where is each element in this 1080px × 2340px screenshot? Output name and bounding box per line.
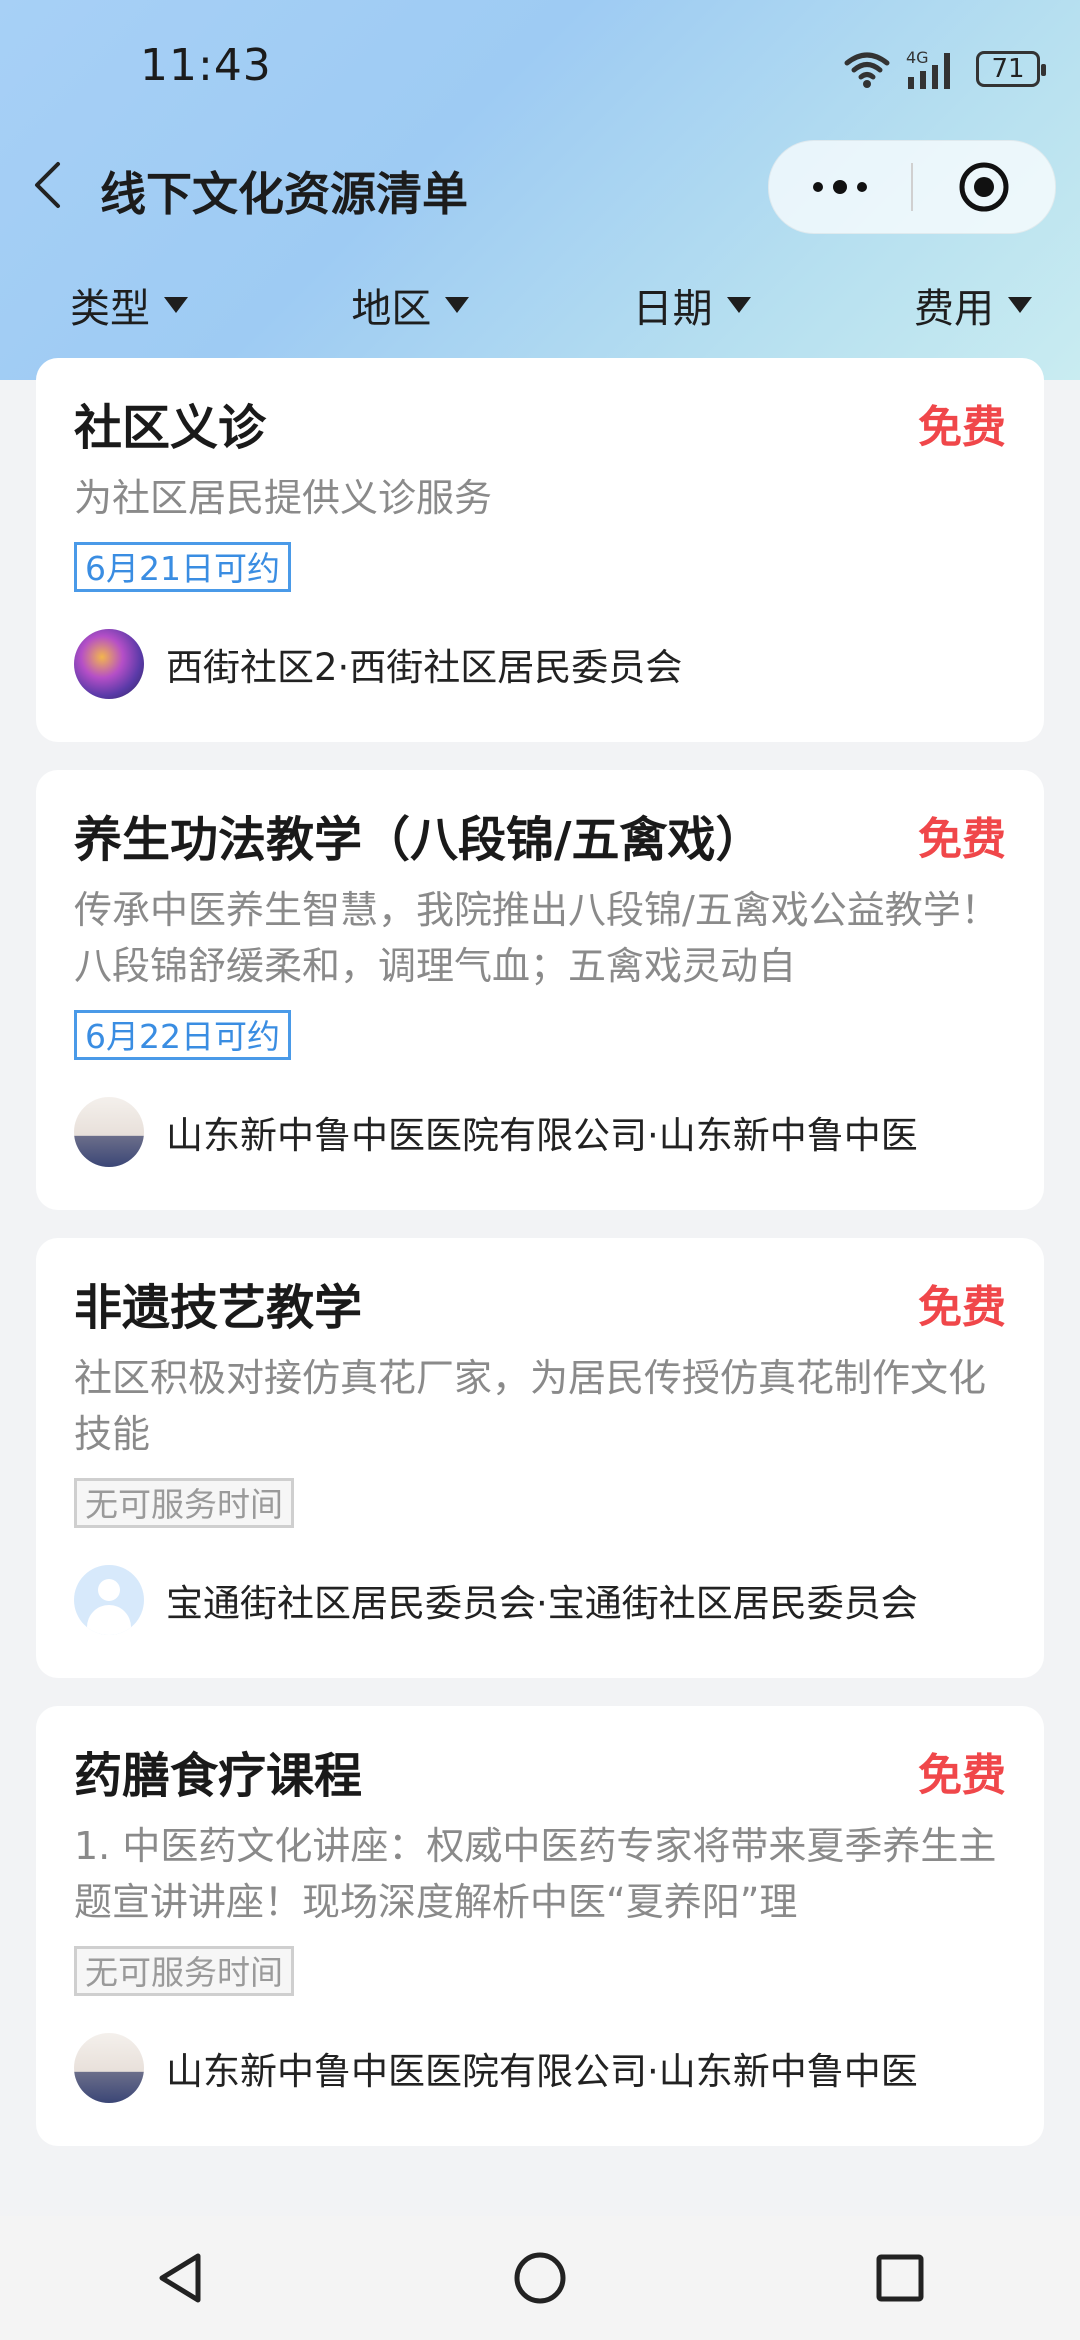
- card-description: 传承中医养生智慧，我院推出八段锦/五禽戏公益教学！八段锦舒缓柔和，调理气血；五禽…: [74, 888, 999, 988]
- caret-down-icon: [164, 297, 188, 313]
- card-title: 药膳食疗课程: [74, 1748, 363, 1804]
- signal-icon: 4G: [906, 48, 950, 89]
- app-page: 11:43 4G 71 线下文化资源清单 类型 地区 日期 费用 社区义诊 免费…: [0, 0, 1080, 2340]
- system-back-button[interactable]: [135, 2233, 225, 2323]
- organizer-name: 山东新中鲁中医医院有限公司·山东新中鲁中医: [166, 2050, 918, 2093]
- organizer-name: 山东新中鲁中医医院有限公司·山东新中鲁中医: [166, 1114, 918, 1157]
- status-icons: 4G 71: [844, 46, 1046, 92]
- filter-region[interactable]: 地区: [351, 270, 470, 340]
- circle-home-icon: [514, 2252, 566, 2304]
- filter-label: 类型: [70, 286, 150, 332]
- card-description: 社区积极对接仿真花厂家，为居民传授仿真花制作文化技能: [74, 1356, 987, 1456]
- system-recent-button[interactable]: [855, 2233, 945, 2323]
- resource-card[interactable]: 养生功法教学（八段锦/五禽戏） 免费 传承中医养生智慧，我院推出八段锦/五禽戏公…: [36, 770, 1044, 1210]
- caret-down-icon: [726, 297, 751, 313]
- avatar: [74, 629, 144, 699]
- mini-program-capsule: [768, 140, 1056, 234]
- status-bar: 11:43 4G 71: [0, 0, 1080, 120]
- battery-level: 71: [991, 54, 1025, 84]
- filter-fee[interactable]: 费用: [914, 270, 1032, 340]
- resource-list: 社区义诊 免费 为社区居民提供义诊服务 6月21日可约 西街社区2·西街社区居民…: [36, 358, 1044, 2174]
- system-nav-bar: [0, 2216, 1080, 2340]
- filter-label: 地区: [351, 286, 432, 332]
- triangle-back-icon: [159, 2253, 201, 2303]
- back-button[interactable]: [22, 160, 72, 210]
- price-label: 免费: [918, 814, 1006, 865]
- availability-tag: 6月22日可约: [74, 1010, 291, 1060]
- card-title: 非遗技艺教学: [74, 1280, 363, 1336]
- filter-bar: 类型 地区 日期 费用: [0, 270, 1080, 340]
- filter-label: 费用: [913, 286, 994, 332]
- caret-down-icon: [445, 297, 470, 313]
- resource-card[interactable]: 社区义诊 免费 为社区居民提供义诊服务 6月21日可约 西街社区2·西街社区居民…: [36, 358, 1044, 742]
- card-description: 1. 中医药文化讲座：权威中医药专家将带来夏季养生主题宣讲讲座！现场深度解析中医…: [74, 1824, 997, 1924]
- avatar: [74, 1097, 144, 1167]
- more-button[interactable]: [769, 141, 911, 233]
- status-time: 11:43: [140, 40, 272, 91]
- system-home-button[interactable]: [495, 2233, 585, 2323]
- nav-bar: 线下文化资源清单: [0, 130, 1080, 240]
- organizer-row: 宝通街社区居民委员会·宝通街社区居民委员会: [74, 1564, 1006, 1678]
- card-title: 社区义诊: [74, 400, 267, 456]
- price-label: 免费: [918, 1282, 1006, 1333]
- card-description: 为社区居民提供义诊服务: [74, 476, 493, 520]
- wifi-icon: [844, 52, 890, 88]
- organizer-name: 宝通街社区居民委员会·宝通街社区居民委员会: [166, 1582, 918, 1625]
- square-recent-icon: [876, 2254, 924, 2302]
- network-label: 4G: [906, 48, 929, 67]
- availability-tag: 6月21日可约: [74, 542, 291, 592]
- chevron-left-icon: [35, 162, 60, 208]
- resource-card[interactable]: 药膳食疗课程 免费 1. 中医药文化讲座：权威中医药专家将带来夏季养生主题宣讲讲…: [36, 1706, 1044, 2146]
- price-label: 免费: [918, 1750, 1006, 1801]
- availability-tag: 无可服务时间: [74, 1478, 294, 1528]
- organizer-row: 西街社区2·西街社区居民委员会: [74, 628, 1006, 742]
- default-avatar-icon: [74, 1565, 144, 1635]
- organizer-name: 西街社区2·西街社区居民委员会: [166, 646, 683, 689]
- caret-down-icon: [1007, 297, 1032, 313]
- filter-label: 日期: [632, 286, 713, 332]
- availability-tag: 无可服务时间: [74, 1946, 294, 1996]
- filter-type[interactable]: 类型: [70, 270, 188, 340]
- organizer-row: 山东新中鲁中医医院有限公司·山东新中鲁中医: [74, 2032, 1006, 2146]
- filter-date[interactable]: 日期: [633, 270, 751, 340]
- more-dots-icon: [813, 180, 867, 194]
- battery-indicator: 71: [976, 51, 1046, 87]
- page-title: 线下文化资源清单: [100, 167, 468, 221]
- resource-card[interactable]: 非遗技艺教学 免费 社区积极对接仿真花厂家，为居民传授仿真花制作文化技能 无可服…: [36, 1238, 1044, 1678]
- price-label: 免费: [918, 402, 1006, 453]
- avatar: [74, 2033, 144, 2103]
- card-title: 养生功法教学（八段锦/五禽戏）: [74, 812, 764, 868]
- organizer-row: 山东新中鲁中医医院有限公司·山东新中鲁中医: [74, 1096, 1006, 1210]
- target-icon: [959, 162, 1009, 212]
- close-mini-program-button[interactable]: [913, 141, 1055, 233]
